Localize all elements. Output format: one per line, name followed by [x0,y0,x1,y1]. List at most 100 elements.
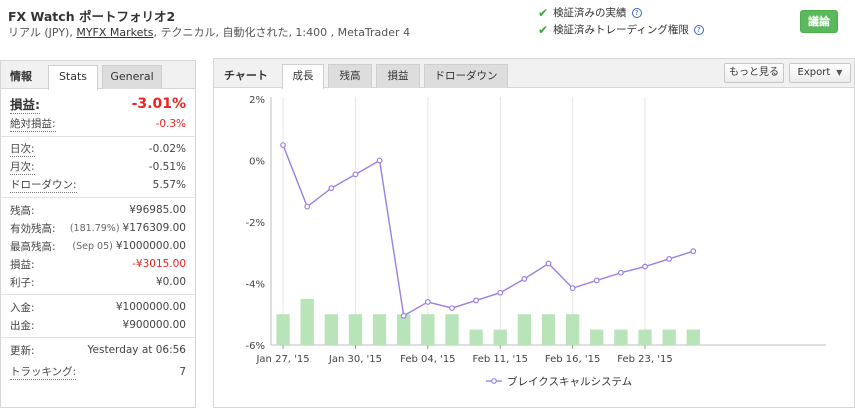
deposits-value: ¥1000000.00 [115,301,186,313]
daily-label[interactable]: 日次: [10,141,35,157]
account-title: FX Watch ポートフォリオ2 [8,9,176,24]
bar [565,314,580,345]
divider [1,197,195,198]
data-point [328,185,335,192]
drawdown-row: ドローダウン: 5.57% [10,176,186,194]
bar [614,329,628,345]
profit-value: -¥3015.00 [132,258,186,270]
profit-label: 損益: [10,258,35,271]
info-panel: 情報 Stats General 損益: -3.01% 絶対損益: -0.3% … [0,60,196,408]
discuss-button[interactable]: 議論 [800,10,838,33]
checkmark-icon: ✔ [538,22,549,37]
divider [1,136,195,137]
bar [638,329,652,345]
tab-stats[interactable]: Stats [48,65,98,90]
verified-track-record: ✔ 検証済みの実績 ? [538,5,642,20]
x-tick-label: Feb 23, '15 [617,354,672,365]
highest-label: 最高残高: [10,240,56,253]
series-line [282,144,694,317]
interest-value: ¥0.00 [155,276,186,288]
bar [276,314,290,345]
help-icon[interactable]: ? [693,24,704,35]
withdrawals-row: 出金: ¥900000.00 [10,316,186,334]
highest-value: ¥1000000.00 [115,240,186,252]
deposits-label: 入金: [10,301,35,314]
divider [1,294,195,295]
abs-gain-label[interactable]: 絶対損益: [10,116,56,132]
abs-gain-row: 絶対損益: -0.3% [10,115,186,133]
bar [662,329,676,345]
drawdown-label[interactable]: ドローダウン: [10,177,77,193]
daily-value: -0.02% [148,143,186,155]
data-point [497,289,504,296]
bar [686,329,700,345]
tab-general[interactable]: General [102,65,162,89]
deposits-row: 入金: ¥1000000.00 [10,298,186,316]
data-point [569,285,576,292]
legend-marker [491,378,497,384]
data-point [400,312,407,319]
data-point [666,255,673,262]
help-icon[interactable]: ? [631,7,642,18]
drawdown-value: 5.57% [152,179,186,191]
balance-label: 残高: [10,204,35,217]
tracking-value: 7 [179,366,186,378]
x-tick-label: Feb 04, '15 [400,354,455,365]
bar [372,314,387,345]
growth-chart: Jan 27, '15 Jan 30, '15 Feb 04, '15 Feb 11,… [246,95,826,388]
gain-value: -3.01% [131,96,186,112]
monthly-row: 月次: -0.51% [10,158,186,176]
x-tick-label: Jan 30, '15 [328,354,382,365]
tracking-label[interactable]: トラッキング: [10,364,77,380]
legend-label: ブレイクスキャルシステム [507,375,632,388]
verified-trading-privileges-label: 検証済みトレーディング権限 [553,24,689,36]
bar [397,314,411,345]
x-tick-label: Feb 11, '15 [473,354,528,365]
gain-row: 損益: -3.01% [10,93,186,115]
stats-body: 損益: -3.01% 絶対損益: -0.3% 日次: -0.02% 月次: -0… [1,93,195,381]
bar [469,329,483,345]
bar [421,314,435,345]
y-tick-label: -2% [246,218,265,229]
monthly-label[interactable]: 月次: [10,159,35,175]
withdrawals-label: 出金: [10,319,35,332]
info-tabs: 情報 Stats General [1,61,195,90]
daily-row: 日次: -0.02% [10,140,186,158]
balance-row: 残高: ¥96985.00 [10,201,186,219]
gain-label[interactable]: 損益: [10,94,40,114]
account-meta-suffix: , テクニカル, 自動化された, 1:400 , MetaTrader 4 [153,26,411,39]
bar [541,314,556,345]
updated-label: 更新: [10,344,35,357]
data-point [473,297,480,304]
equity-label: 有効残高: [10,222,56,235]
interest-label: 利子: [10,276,35,289]
data-point [352,171,359,178]
highest-date: (Sep 05) [72,241,113,252]
monthly-value: -0.51% [148,161,186,173]
data-point [521,275,528,282]
divider [1,337,195,338]
checkmark-icon: ✔ [538,5,549,20]
data-point [642,263,648,270]
verified-trading-privileges: ✔ 検証済みトレーディング権限 ? [538,22,704,37]
interest-row: 利子: ¥0.00 [10,273,186,291]
profit-row: 損益: -¥3015.00 [10,255,186,273]
broker-link[interactable]: MYFX Markets [76,26,153,39]
y-tick-label: -4% [246,280,265,291]
info-panel-label: 情報 [10,70,32,83]
data-point [690,248,697,255]
x-tick-label: Feb 16, '15 [545,354,600,365]
data-point [304,203,311,210]
y-tick-label: -6% [246,341,265,352]
bar [517,314,532,345]
data-point [617,269,624,276]
bar [324,314,338,345]
account-meta-prefix: リアル (JPY), [8,26,77,39]
equity-value: ¥176309.00 [122,222,186,234]
highest-row: 最高残高: (Sep 05) ¥1000000.00 [10,237,186,255]
verified-track-record-label: 検証済みの実績 [553,7,627,19]
x-tick-label: Jan 27, '15 [255,354,309,365]
updated-value: Yesterday at 06:56 [87,344,186,356]
data-point [424,299,431,305]
equity-row: 有効残高: (181.79%) ¥176309.00 [10,219,186,237]
